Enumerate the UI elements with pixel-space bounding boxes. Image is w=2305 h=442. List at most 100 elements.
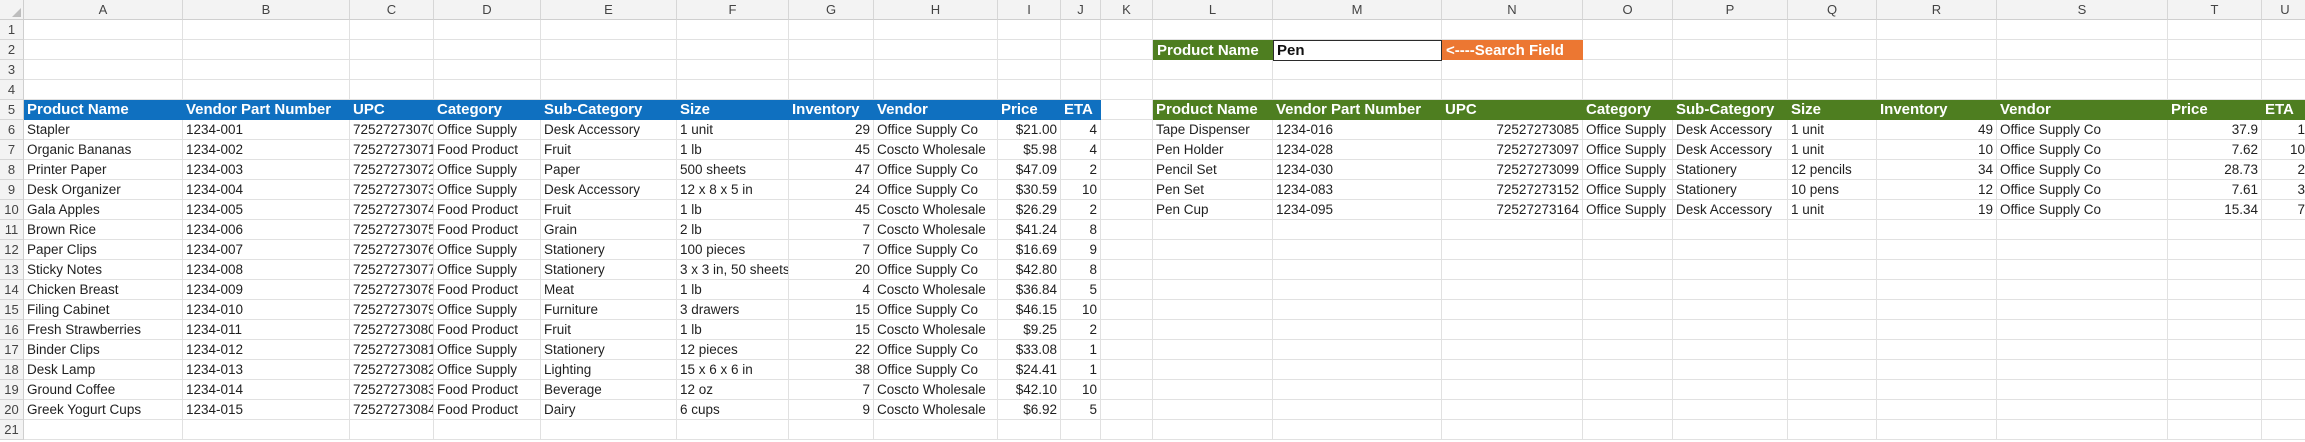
results-table-cell[interactable]: 10 pens [1788,180,1877,200]
results-table-cell[interactable]: Office Supply [1583,180,1673,200]
inventory-table-cell[interactable]: 1 [1061,340,1101,360]
grid-cell[interactable] [183,420,350,440]
row-header-2[interactable]: 2 [0,40,24,60]
grid-cell[interactable] [1442,280,1583,300]
inventory-table-cell[interactable]: Sticky Notes [24,260,183,280]
inventory-table-cell[interactable]: 12 oz [677,380,789,400]
column-header-p[interactable]: P [1673,0,1788,20]
inventory-table-cell[interactable]: 72527273081 [350,340,434,360]
row-header-11[interactable]: 11 [0,220,24,240]
grid-cell[interactable] [1997,80,2168,100]
inventory-table-cell[interactable]: Desk Lamp [24,360,183,380]
inventory-table-cell[interactable]: $24.41 [998,360,1061,380]
inventory-table-cell[interactable]: Food Product [434,140,541,160]
grid-cell[interactable] [350,60,434,80]
results-table-cell[interactable]: 12 [1877,180,1997,200]
row-header-21[interactable]: 21 [0,420,24,440]
grid-cell[interactable] [1673,340,1788,360]
inventory-table-cell[interactable]: 7 [789,240,874,260]
results-header-cell[interactable]: UPC [1442,100,1583,120]
grid-cell[interactable] [1101,280,1153,300]
grid-cell[interactable] [1153,340,1273,360]
inventory-table-cell[interactable]: 500 sheets [677,160,789,180]
inventory-table-cell[interactable]: 15 [789,300,874,320]
grid-cell[interactable] [24,60,183,80]
inventory-table-cell[interactable]: 1234-011 [183,320,350,340]
grid-cell[interactable] [2168,220,2262,240]
grid-cell[interactable] [1788,260,1877,280]
inventory-table-cell[interactable]: 15 [789,320,874,340]
inventory-table-cell[interactable]: Office Supply Co [874,260,998,280]
results-table-cell[interactable]: 28.73 [2168,160,2262,180]
grid-cell[interactable] [183,40,350,60]
inventory-table-cell[interactable]: $5.98 [998,140,1061,160]
inventory-table-cell[interactable]: Desk Organizer [24,180,183,200]
grid-cell[interactable] [1273,340,1442,360]
results-header-cell[interactable]: Price [2168,100,2262,120]
grid-cell[interactable] [1673,320,1788,340]
grid-cell[interactable] [1153,240,1273,260]
inventory-table-cell[interactable]: $26.29 [998,200,1061,220]
inventory-table-cell[interactable]: Stationery [541,340,677,360]
row-header-7[interactable]: 7 [0,140,24,160]
inventory-table-cell[interactable]: 9 [1061,240,1101,260]
grid-cell[interactable] [2262,320,2305,340]
results-header-cell[interactable]: ETA [2262,100,2305,120]
inventory-table-cell[interactable]: $6.92 [998,400,1061,420]
grid-cell[interactable] [2262,420,2305,440]
grid-cell[interactable] [1153,20,1273,40]
grid-cell[interactable] [1877,340,1997,360]
inventory-table-cell[interactable]: 2 [1061,320,1101,340]
inventory-header-cell[interactable]: UPC [350,100,434,120]
grid-cell[interactable] [541,60,677,80]
inventory-table-cell[interactable]: 1234-012 [183,340,350,360]
inventory-table-cell[interactable]: 1234-006 [183,220,350,240]
grid-cell[interactable] [2262,400,2305,420]
inventory-table-cell[interactable]: 72527273073 [350,180,434,200]
grid-cell[interactable] [2262,260,2305,280]
column-header-u[interactable]: U [2262,0,2305,20]
inventory-header-cell[interactable]: Vendor [874,100,998,120]
grid-cell[interactable] [1442,220,1583,240]
grid-cell[interactable] [1788,400,1877,420]
grid-cell[interactable] [2168,40,2262,60]
grid-cell[interactable] [1788,340,1877,360]
results-table-cell[interactable]: Office Supply [1583,160,1673,180]
results-table-cell[interactable]: Desk Accessory [1673,120,1788,140]
results-table-cell[interactable]: 72527273085 [1442,120,1583,140]
grid-cell[interactable] [1583,280,1673,300]
grid-cell[interactable] [677,60,789,80]
inventory-table-cell[interactable]: 1 unit [677,120,789,140]
grid-cell[interactable] [1788,40,1877,60]
results-table-cell[interactable]: 1234-030 [1273,160,1442,180]
grid-cell[interactable] [2168,400,2262,420]
grid-cell[interactable] [1273,20,1442,40]
grid-cell[interactable] [2168,340,2262,360]
inventory-table-cell[interactable]: 1234-008 [183,260,350,280]
grid-cell[interactable] [2262,40,2305,60]
grid-cell[interactable] [789,420,874,440]
grid-cell[interactable] [1877,400,1997,420]
grid-cell[interactable] [434,420,541,440]
grid-cell[interactable] [1442,340,1583,360]
inventory-table-cell[interactable]: Office Supply [434,340,541,360]
results-header-cell[interactable]: Sub-Category [1673,100,1788,120]
inventory-table-cell[interactable]: Lighting [541,360,677,380]
inventory-table-cell[interactable]: 15 x 6 x 6 in [677,360,789,380]
results-table-cell[interactable]: 12 pencils [1788,160,1877,180]
results-table-cell[interactable]: Pencil Set [1153,160,1273,180]
inventory-table-cell[interactable]: Filing Cabinet [24,300,183,320]
grid-cell[interactable] [1273,420,1442,440]
row-header-12[interactable]: 12 [0,240,24,260]
results-table-cell[interactable]: 2 [2262,160,2305,180]
row-header-14[interactable]: 14 [0,280,24,300]
row-header-1[interactable]: 1 [0,20,24,40]
results-header-cell[interactable]: Vendor [1997,100,2168,120]
grid-cell[interactable] [1997,40,2168,60]
grid-cell[interactable] [2168,320,2262,340]
results-table-cell[interactable]: Office Supply [1583,140,1673,160]
row-header-4[interactable]: 4 [0,80,24,100]
grid-cell[interactable] [1442,260,1583,280]
results-table-cell[interactable]: 19 [1877,200,1997,220]
grid-cell[interactable] [1061,20,1101,40]
